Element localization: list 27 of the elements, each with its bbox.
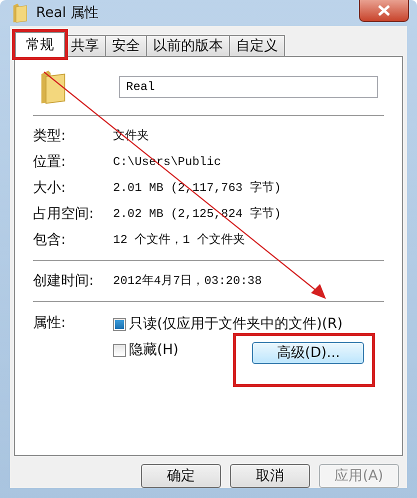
property-label: 创建时间: [33,272,95,290]
dialog-button[interactable]: 取消 [230,464,310,488]
checkbox[interactable] [113,318,126,330]
tab[interactable]: 安全 [105,35,147,56]
advanced-button[interactable]: 高级(D)... [252,342,364,364]
property-label: 包含: [33,230,67,248]
tab[interactable]: 以前的版本 [146,35,230,56]
name-field[interactable]: Real [119,76,378,98]
property-label: 占用空间: [33,204,95,222]
property-label: 位置: [33,152,67,170]
tab[interactable]: 常规 [15,32,65,57]
property-value: 文件夹 [113,128,149,144]
close-button[interactable] [359,0,409,22]
dialog-button[interactable]: 确定 [141,464,221,488]
property-value: 2012年4月7日，03:20:38 [113,273,262,289]
property-value: 12 个文件，1 个文件夹 [113,232,246,248]
property-label: 属性: [33,314,67,333]
folder-icon [39,69,67,105]
window-title: Real 属性 [36,4,99,22]
checkbox-label: 隐藏(H) [129,341,178,359]
checkbox-label: 只读(仅应用于文件夹中的文件)(R) [129,315,343,333]
checkbox[interactable] [113,344,126,356]
tab[interactable]: 自定义 [229,35,285,56]
property-label: 类型: [33,126,67,144]
property-label: 大小: [33,178,67,196]
folder-icon [12,3,28,23]
close-icon [378,5,390,16]
